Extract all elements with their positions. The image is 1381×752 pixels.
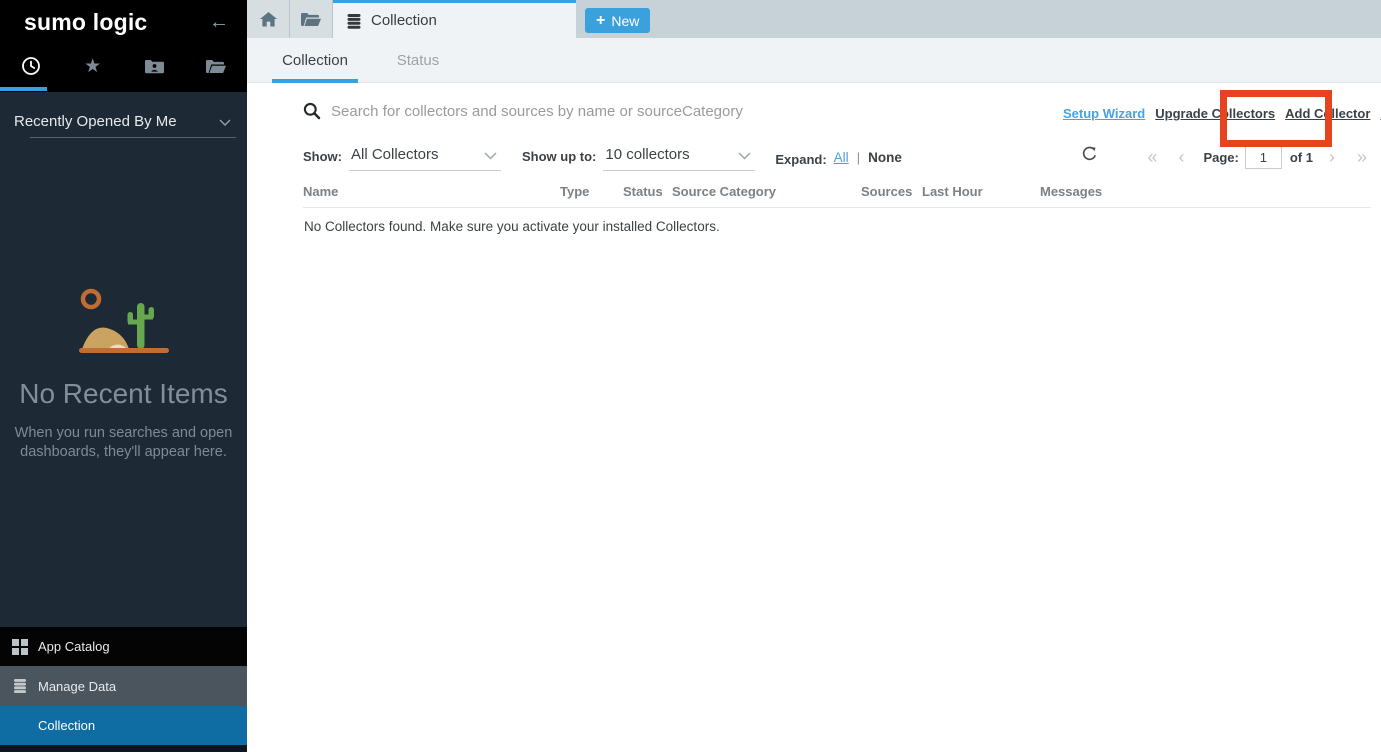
- collection-stack-icon: [346, 13, 362, 29]
- subtab-label: Collection: [282, 52, 348, 69]
- sidebar: sumo logic ← ★: [0, 0, 247, 752]
- grid-icon: [12, 639, 38, 655]
- column-header-status[interactable]: Status: [623, 184, 663, 199]
- star-icon: ★: [84, 57, 101, 76]
- show-collectors-dropdown[interactable]: All Collectors: [349, 145, 501, 171]
- desert-illustration: [0, 286, 247, 360]
- library-tab[interactable]: [185, 44, 247, 88]
- chevron-down-icon: [738, 152, 751, 160]
- sidebar-bottom-strip: [0, 745, 247, 752]
- plus-icon: +: [596, 13, 605, 29]
- shared-content-tab[interactable]: [124, 44, 186, 88]
- chevron-down-icon: [219, 119, 231, 126]
- sub-tab-bar: Collection Status: [247, 38, 1381, 83]
- collapse-sidebar-icon[interactable]: ←: [209, 11, 229, 34]
- tab-label: Collection: [371, 12, 437, 29]
- tab-collection[interactable]: Collection: [272, 38, 358, 83]
- open-folder-icon: [206, 59, 226, 74]
- shared-folder-icon: [145, 59, 164, 74]
- column-header-sources[interactable]: Sources: [861, 184, 912, 199]
- column-header-last-hour[interactable]: Last Hour: [922, 184, 983, 199]
- column-header-name[interactable]: Name: [303, 184, 338, 199]
- dropdown-value: 10 collectors: [605, 146, 689, 163]
- sidebar-item-app-catalog[interactable]: App Catalog: [0, 627, 247, 666]
- top-tab-bar: Collection + New: [247, 0, 1381, 38]
- recent-filter-label: Recently Opened By Me: [14, 113, 177, 130]
- refresh-icon[interactable]: [1082, 146, 1097, 162]
- column-header-messages[interactable]: Messages: [1040, 184, 1102, 199]
- first-page-icon[interactable]: «: [1147, 148, 1157, 166]
- clock-icon: [21, 56, 41, 76]
- sidebar-item-collection[interactable]: Collection: [0, 706, 247, 745]
- sidebar-empty-state: No Recent Items When you run searches an…: [0, 286, 247, 462]
- search-icon: [303, 102, 321, 120]
- menu-item-label: App Catalog: [38, 639, 110, 654]
- home-tab[interactable]: [247, 0, 290, 38]
- page-number-input[interactable]: [1245, 145, 1282, 169]
- page-size-dropdown[interactable]: 10 collectors: [603, 145, 755, 171]
- empty-state-title: No Recent Items: [0, 378, 247, 410]
- open-folder-icon: [301, 12, 321, 27]
- favorites-tab[interactable]: ★: [62, 44, 124, 88]
- setup-wizard-link[interactable]: Setup Wizard: [1063, 106, 1145, 121]
- recent-tab[interactable]: [0, 44, 62, 88]
- new-button[interactable]: + New: [585, 8, 650, 33]
- no-collectors-message: No Collectors found. Make sure you activ…: [304, 219, 720, 234]
- sidebar-nav-icons: ★: [0, 44, 247, 88]
- recent-filter-dropdown[interactable]: Recently Opened By Me: [0, 106, 247, 138]
- filter-row: Show: All Collectors Show up to: 10 coll…: [303, 145, 902, 171]
- chevron-down-icon: [484, 152, 497, 160]
- collection-tab[interactable]: Collection: [333, 0, 576, 38]
- page-count-label: of 1: [1290, 150, 1313, 165]
- recents-folder-tab[interactable]: [290, 0, 333, 38]
- empty-state-caption: When you run searches and open dashboard…: [0, 424, 247, 462]
- upgrade-collectors-link[interactable]: Upgrade Collectors: [1155, 106, 1275, 121]
- expand-label: Expand:: [775, 148, 826, 167]
- separator: |: [857, 150, 860, 165]
- quick-links: Setup Wizard Upgrade Collectors Add Coll…: [1063, 106, 1381, 121]
- sidebar-item-manage-data[interactable]: Manage Data: [0, 666, 247, 706]
- database-icon: [12, 678, 38, 694]
- table-header-row: Name Type Status Source Category Sources…: [247, 184, 1381, 204]
- show-up-to-label: Show up to:: [522, 145, 596, 164]
- home-icon: [260, 12, 277, 27]
- sidebar-bottom-menu: App Catalog Manage Data Collection: [0, 627, 247, 752]
- add-collector-link[interactable]: Add Collector: [1285, 106, 1370, 121]
- search-input[interactable]: [331, 97, 941, 125]
- menu-item-label: Collection: [38, 718, 95, 733]
- expand-all-link[interactable]: All: [834, 150, 849, 165]
- sumo-logic-logo: sumo logic: [24, 9, 147, 36]
- sidebar-header: sumo logic ← ★: [0, 0, 247, 92]
- expand-controls: Expand: All | None: [775, 145, 901, 167]
- column-header-type[interactable]: Type: [560, 184, 589, 199]
- pagination: « ‹ Page: of 1 › »: [1147, 145, 1367, 169]
- collection-page-content: Setup Wizard Upgrade Collectors Add Coll…: [247, 83, 1381, 752]
- main-area: Collection + New Collection Status Setup: [247, 0, 1381, 752]
- previous-page-icon[interactable]: ‹: [1178, 148, 1184, 166]
- sumo-logic-app: sumo logic ← ★: [0, 0, 1381, 752]
- new-button-label: New: [611, 13, 639, 29]
- dropdown-value: All Collectors: [351, 146, 439, 163]
- page-label: Page:: [1203, 150, 1238, 165]
- dropdown-underline: [30, 137, 236, 138]
- active-nav-underline: [0, 87, 47, 91]
- show-label: Show:: [303, 145, 342, 164]
- column-header-source-category[interactable]: Source Category: [672, 184, 776, 199]
- tab-status[interactable]: Status: [387, 38, 449, 83]
- expand-none-link[interactable]: None: [868, 150, 902, 165]
- menu-item-label: Manage Data: [38, 679, 116, 694]
- last-page-icon[interactable]: »: [1357, 148, 1367, 166]
- subtab-label: Status: [397, 52, 440, 69]
- table-header-divider: [303, 207, 1371, 208]
- next-page-icon[interactable]: ›: [1329, 148, 1335, 166]
